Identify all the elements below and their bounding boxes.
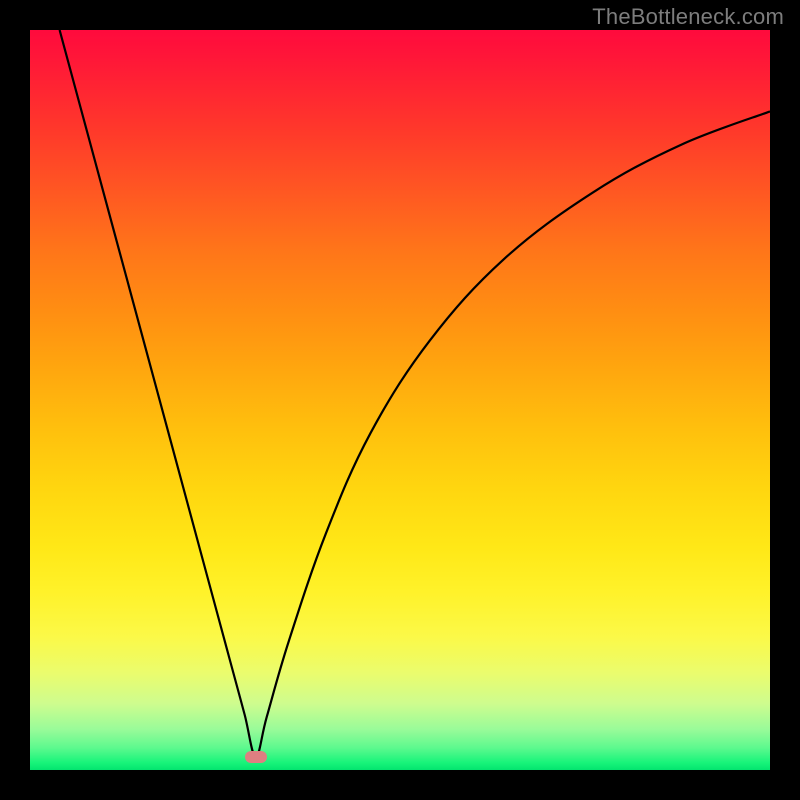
minimum-marker (245, 751, 267, 763)
chart-frame: TheBottleneck.com (0, 0, 800, 800)
plot-area (30, 30, 770, 770)
watermark-text: TheBottleneck.com (592, 4, 784, 30)
curve-path (60, 30, 770, 757)
bottleneck-curve (30, 30, 770, 770)
